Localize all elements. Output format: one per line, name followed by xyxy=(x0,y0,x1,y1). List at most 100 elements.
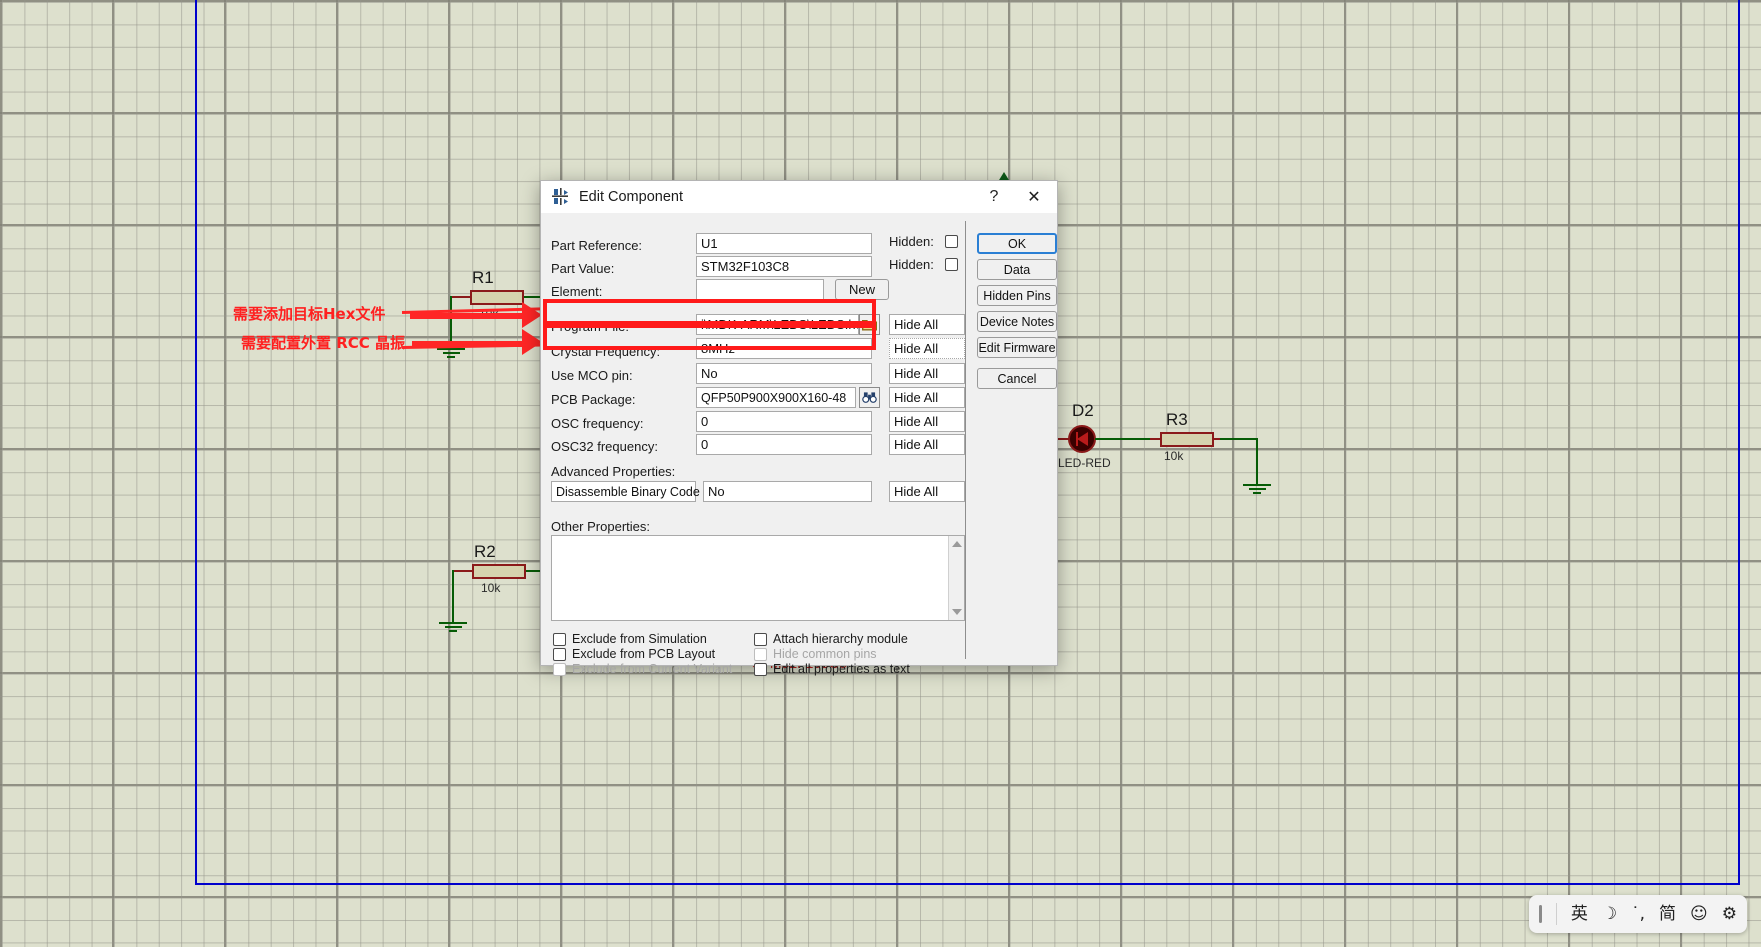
help-button[interactable]: ? xyxy=(977,181,1011,213)
part-reference-input[interactable]: U1 xyxy=(696,233,872,254)
part-value-hidden-label: Hidden: xyxy=(889,257,934,272)
dialog-title: Edit Component xyxy=(579,189,683,205)
program-file-hide-combo[interactable]: Hide All xyxy=(889,314,965,335)
program-file-label: Program File: xyxy=(551,318,630,334)
resistor-body xyxy=(1160,432,1214,447)
component-ref-label: R1 xyxy=(472,268,494,287)
wire xyxy=(1095,438,1153,440)
checkbox-hide-common-pins: Hide common pins xyxy=(754,647,877,661)
ime-emoji-icon[interactable]: ☺ xyxy=(1690,905,1708,923)
other-properties-label: Other Properties: xyxy=(551,518,650,534)
ime-settings-gear-icon[interactable]: ⚙ xyxy=(1722,905,1737,923)
use-mco-pin-label: Use MCO pin: xyxy=(551,367,633,383)
edit-component-dialog[interactable]: Edit Component ? ✕ Part Reference: U1 Hi… xyxy=(540,180,1058,676)
row-crystal-frequency: Crystal Frequency: xyxy=(551,340,660,362)
osc-frequency-hide-combo[interactable]: Hide All xyxy=(889,411,965,432)
data-button[interactable]: Data xyxy=(977,259,1057,280)
checkbox-box[interactable] xyxy=(754,662,767,676)
row-part-value: Part Value: xyxy=(551,257,614,279)
wire xyxy=(452,570,474,572)
checkbox-edit-all-properties-as-text[interactable]: Edit all properties as text xyxy=(754,662,910,676)
ground-symbol xyxy=(439,622,467,634)
checkbox-label: Attach hierarchy module xyxy=(773,632,908,646)
use-mco-pin-hide-combo[interactable]: Hide All xyxy=(889,363,965,384)
ime-divider xyxy=(1555,903,1557,925)
dialog-titlebar[interactable]: Edit Component ? ✕ xyxy=(541,181,1057,213)
component-ref-label: R2 xyxy=(474,542,496,561)
checkbox-exclude-simulation[interactable]: Exclude from Simulation xyxy=(553,632,707,646)
program-file-input[interactable]: i\MDK-ARM\LEDS\LEDS.hex xyxy=(696,314,859,335)
wire xyxy=(1220,438,1258,440)
other-properties-scrollbar[interactable] xyxy=(948,536,964,620)
checkbox-box[interactable] xyxy=(553,632,566,646)
row-pcb-package: PCB Package: xyxy=(551,388,636,410)
hidden-pins-button[interactable]: Hidden Pins xyxy=(977,285,1057,306)
row-osc-frequency: OSC frequency: xyxy=(551,412,644,434)
part-value-hidden-checkbox[interactable] xyxy=(945,258,958,271)
ime-punctuation-icon[interactable]: ˙, xyxy=(1631,905,1645,923)
component-ref-label: R3 xyxy=(1166,410,1188,429)
advanced-property-hide-combo[interactable]: Hide All xyxy=(889,481,965,502)
ground-symbol xyxy=(1243,484,1271,496)
osc-frequency-input[interactable]: 0 xyxy=(696,411,872,432)
element-combo[interactable] xyxy=(696,279,824,300)
pcb-package-hide-combo[interactable]: Hide All xyxy=(889,387,965,408)
osc32-frequency-hide-combo[interactable]: Hide All xyxy=(889,434,965,455)
binoculars-icon[interactable] xyxy=(859,387,880,408)
panel-divider xyxy=(965,221,966,659)
checkbox-box[interactable] xyxy=(553,647,566,661)
new-element-button[interactable]: New xyxy=(835,279,889,300)
checkbox-label: Exclude from Current Variant xyxy=(572,662,733,676)
pcb-package-combo[interactable]: QFP50P900X900X160-48 xyxy=(696,387,856,408)
resistor-body xyxy=(472,564,526,579)
part-value-label: Part Value: xyxy=(551,260,615,276)
ok-button[interactable]: OK xyxy=(977,233,1057,254)
element-label: Element: xyxy=(551,283,603,299)
part-reference-hidden-checkbox[interactable] xyxy=(945,235,958,248)
checkbox-box[interactable] xyxy=(754,632,767,646)
row-element: Element: xyxy=(551,280,602,302)
ime-simplified-chinese[interactable]: 简 xyxy=(1659,905,1676,923)
osc-frequency-label: OSC frequency: xyxy=(551,415,644,431)
part-reference-label: Part Reference: xyxy=(551,237,643,253)
resistor-body xyxy=(470,290,524,305)
scroll-down-icon[interactable] xyxy=(951,609,962,615)
folder-icon[interactable] xyxy=(859,314,880,335)
wire xyxy=(1150,438,1162,440)
annotation-text-hex: 需要添加目标Hex文件 xyxy=(233,305,386,323)
advanced-properties-label: Advanced Properties: xyxy=(551,463,676,479)
advanced-property-value-combo[interactable]: No xyxy=(703,481,872,502)
part-reference-hidden-label: Hidden: xyxy=(889,234,934,249)
crystal-frequency-label: Crystal Frequency: xyxy=(551,343,661,359)
checkbox-exclude-current-variant: Exclude from Current Variant xyxy=(553,662,732,676)
other-properties-textarea[interactable] xyxy=(551,535,965,621)
ime-moon-mode-icon[interactable]: ☽ xyxy=(1602,905,1617,923)
osc32-frequency-input[interactable]: 0 xyxy=(696,434,872,455)
component-ref-label: D2 xyxy=(1072,401,1094,420)
checkbox-box xyxy=(754,647,767,661)
close-button[interactable]: ✕ xyxy=(1017,181,1051,213)
advanced-property-combo[interactable]: Disassemble Binary Code xyxy=(551,481,700,502)
checkbox-label: Hide common pins xyxy=(773,647,877,661)
annotation-arrowhead-hex xyxy=(522,302,542,328)
wire xyxy=(450,296,472,298)
edit-firmware-button[interactable]: Edit Firmware xyxy=(977,337,1057,358)
cancel-button[interactable]: Cancel xyxy=(977,368,1057,389)
component-value-label: 10k xyxy=(481,581,501,595)
checkbox-box xyxy=(553,662,566,676)
component-value-label: LED-RED xyxy=(1058,456,1111,470)
crystal-frequency-hide-combo[interactable]: Hide All xyxy=(889,338,965,359)
component-value-label: 10k xyxy=(1164,449,1184,463)
annotation-text-rcc: 需要配置外置 RCC 晶振 xyxy=(241,334,406,352)
use-mco-pin-combo[interactable]: No xyxy=(696,363,872,384)
checkbox-label: Exclude from PCB Layout xyxy=(572,647,716,661)
crystal-frequency-input[interactable]: 8MHz xyxy=(696,338,872,359)
part-value-input[interactable]: STM32F103C8 xyxy=(696,256,872,277)
ime-toolbar[interactable]: 英 ☽ ˙, 简 ☺ ⚙ xyxy=(1528,895,1747,933)
wire xyxy=(452,570,454,622)
scroll-up-icon[interactable] xyxy=(951,541,962,547)
ime-language-english[interactable]: 英 xyxy=(1571,905,1588,923)
device-notes-button[interactable]: Device Notes xyxy=(977,311,1057,332)
checkbox-attach-hierarchy-module[interactable]: Attach hierarchy module xyxy=(754,632,908,646)
checkbox-exclude-pcb-layout[interactable]: Exclude from PCB Layout xyxy=(553,647,715,661)
